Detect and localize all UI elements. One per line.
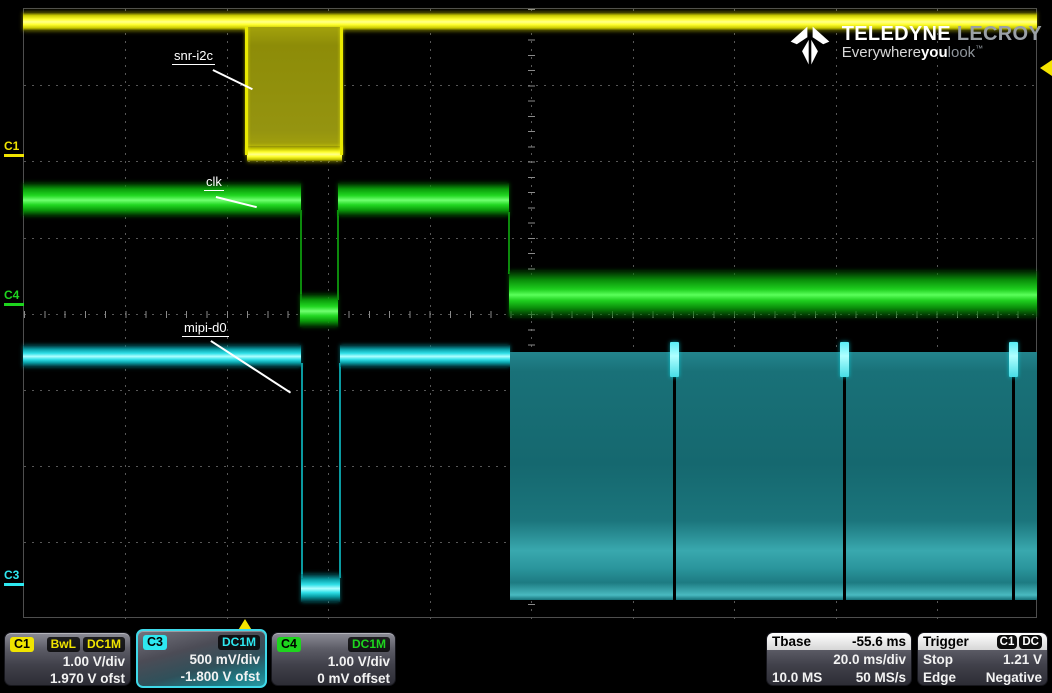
c1-coupling-badge: DC1M — [83, 637, 125, 652]
graticule-grid — [23, 8, 1037, 618]
c1-volts-per-div: 1.00 V/div — [5, 653, 130, 670]
c1-offset-label: C1 — [4, 139, 19, 153]
channel-descriptor-c3[interactable]: C3 DC1M 500 mV/div -1.800 V ofst — [136, 629, 267, 688]
c1-offset-marker[interactable]: C1 — [4, 139, 26, 157]
c3-volts-per-div: 500 mV/div — [138, 651, 265, 668]
trace-label-mipi-d0: mipi-d0 — [182, 320, 229, 337]
trigger-level-value: 1.21 V — [1003, 652, 1042, 667]
timebase-descriptor[interactable]: Tbase -55.6 ms 20.0 ms/div 10.0 MS 50 MS… — [766, 632, 912, 686]
logo-brand-text: TELEDYNELECROY — [842, 24, 1042, 45]
tbase-sample-count: 10.0 MS — [772, 670, 822, 685]
grid-minor-ticks-vertical — [528, 9, 535, 619]
tbase-sample-rate: 50 MS/s — [856, 670, 906, 685]
trigger-mode: Stop — [923, 652, 953, 667]
trigger-level-marker-icon[interactable] — [1040, 60, 1052, 76]
c4-offset-bar — [4, 303, 24, 306]
logo-tagline-text: Everywhereyoulook™ — [842, 45, 1042, 61]
c1-channel-badge: C1 — [10, 637, 34, 652]
c4-offset-marker[interactable]: C4 — [4, 288, 26, 306]
teledyne-lecroy-logo: TELEDYNELECROY Everywhereyoulook™ — [787, 24, 1042, 68]
c1-offset-value: 1.970 V ofst — [5, 670, 130, 686]
c3-offset-label: C3 — [4, 568, 19, 582]
channel-descriptor-c1[interactable]: C1 BwL DC1M 1.00 V/div 1.970 V ofst — [4, 632, 131, 686]
trigger-descriptor[interactable]: Trigger C1 DC Stop 1.21 V Edge Negative — [917, 632, 1048, 686]
tbase-label: Tbase — [772, 634, 811, 649]
trace-label-clk: clk — [204, 174, 224, 191]
trigger-label: Trigger — [923, 634, 969, 649]
teledyne-star-icon — [787, 24, 833, 68]
c3-channel-badge: C3 — [143, 635, 167, 650]
c1-bwl-badge: BwL — [47, 637, 80, 652]
c3-offset-marker[interactable]: C3 — [4, 568, 26, 586]
c4-offset-value: 0 mV offset — [272, 670, 395, 686]
c3-coupling-badge: DC1M — [218, 635, 260, 650]
trace-label-snr-i2c: snr-i2c — [172, 48, 215, 65]
c1-offset-bar — [4, 154, 24, 157]
oscilloscope-screen: snr-i2c clk mipi-d0 C1 C4 C3 TELEDYNELEC… — [0, 0, 1052, 693]
trigger-source-badge: C1 — [997, 635, 1018, 649]
trigger-coupling-badge: DC — [1019, 635, 1042, 649]
tbase-delay-value: -55.6 ms — [852, 634, 906, 649]
channel-descriptor-c4[interactable]: C4 DC1M 1.00 V/div 0 mV offset — [271, 632, 396, 686]
c4-channel-badge: C4 — [277, 637, 301, 652]
c4-coupling-badge: DC1M — [348, 637, 390, 652]
c4-offset-label: C4 — [4, 288, 19, 302]
tbase-time-per-div: 20.0 ms/div — [833, 652, 906, 667]
trigger-slope: Negative — [986, 670, 1042, 685]
trigger-type: Edge — [923, 670, 956, 685]
c4-volts-per-div: 1.00 V/div — [272, 653, 395, 670]
c3-offset-value: -1.800 V ofst — [138, 668, 265, 685]
c3-offset-bar — [4, 583, 24, 586]
